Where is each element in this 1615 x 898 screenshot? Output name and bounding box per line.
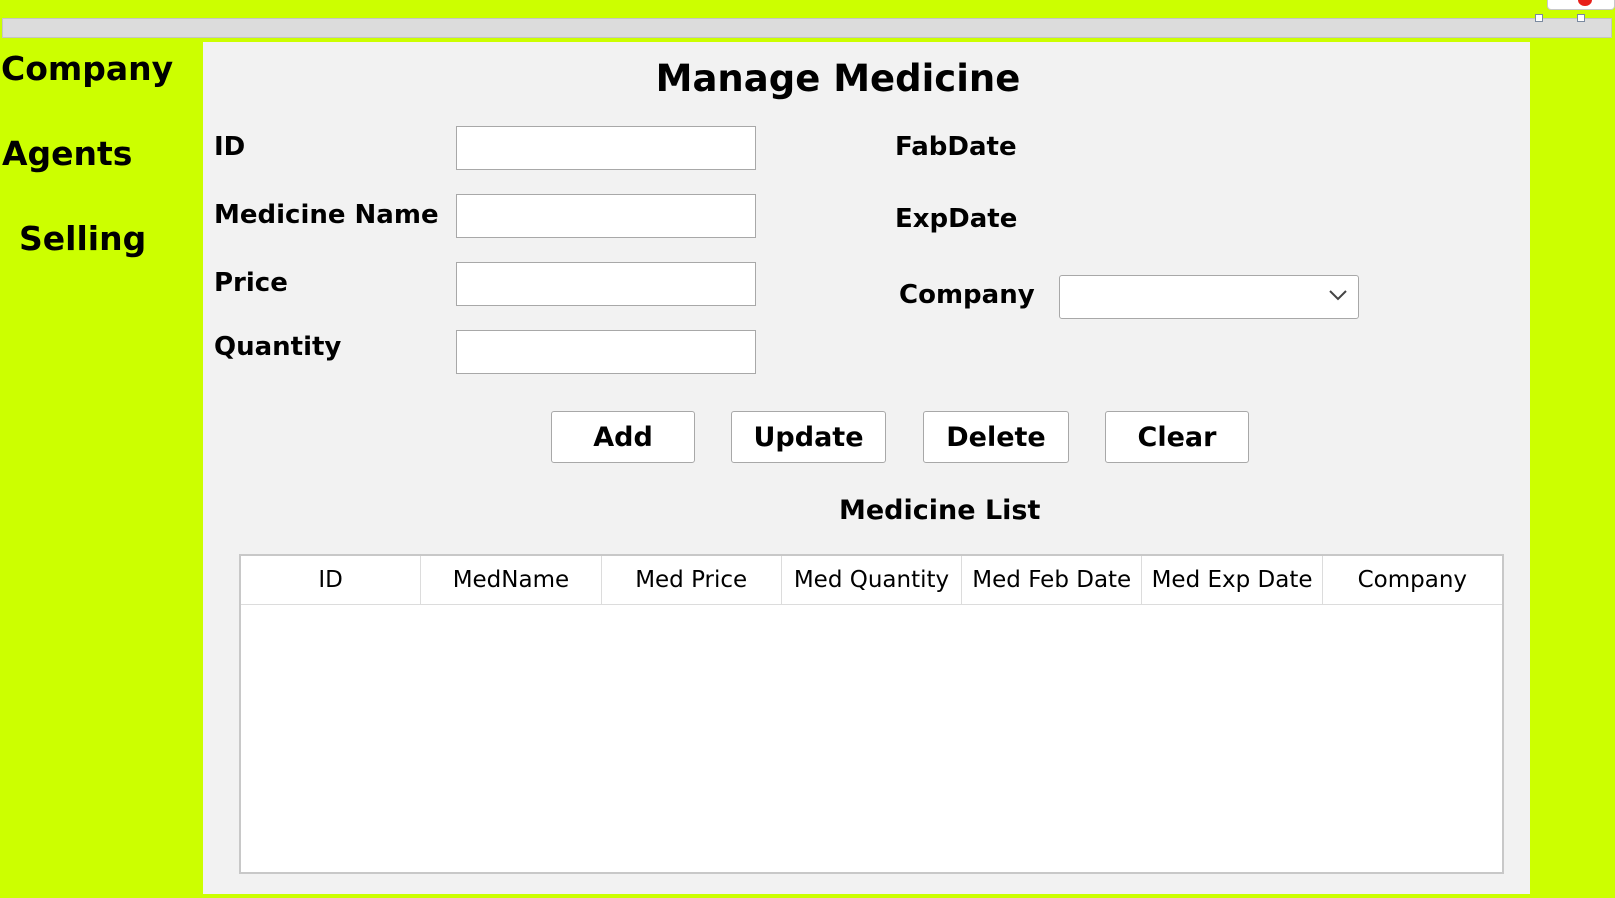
nav-selling[interactable]: Selling <box>19 222 146 255</box>
company-dropdown[interactable] <box>1059 275 1359 319</box>
window-thumbnail <box>1547 0 1615 10</box>
page-title: Manage Medicine <box>655 57 1021 100</box>
id-label: ID <box>214 132 246 162</box>
id-input[interactable] <box>456 126 756 170</box>
top-strip <box>2 18 1612 38</box>
column-header-medname[interactable]: MedName <box>421 556 602 604</box>
nav-agents[interactable]: Agents <box>2 137 132 170</box>
nav-company[interactable]: Company <box>1 52 173 85</box>
price-label: Price <box>214 268 288 298</box>
quantity-input[interactable] <box>456 330 756 374</box>
medicine-list-title: Medicine List <box>839 495 1041 526</box>
column-header-med-feb-date[interactable]: Med Feb Date <box>962 556 1143 604</box>
price-input[interactable] <box>456 262 756 306</box>
clear-button[interactable]: Clear <box>1105 411 1249 463</box>
column-header-med-quantity[interactable]: Med Quantity <box>782 556 963 604</box>
resize-handle-left[interactable] <box>1535 14 1543 22</box>
quantity-label: Quantity <box>214 332 342 362</box>
chevron-down-icon <box>1329 290 1347 301</box>
medicine-name-input[interactable] <box>456 194 756 238</box>
column-header-med-price[interactable]: Med Price <box>602 556 782 604</box>
resize-handle-right[interactable] <box>1577 14 1585 22</box>
add-button[interactable]: Add <box>551 411 695 463</box>
column-header-med-exp-date[interactable]: Med Exp Date <box>1142 556 1323 604</box>
column-header-company[interactable]: Company <box>1323 556 1502 604</box>
table-header: ID MedName Med Price Med Quantity Med Fe… <box>241 556 1502 605</box>
red-dot-icon <box>1578 0 1592 6</box>
expdate-label: ExpDate <box>895 204 1018 234</box>
manage-medicine-panel: Manage Medicine ID Medicine Name Price Q… <box>203 42 1530 894</box>
fabdate-label: FabDate <box>895 132 1017 162</box>
update-button[interactable]: Update <box>731 411 886 463</box>
medicine-table[interactable]: ID MedName Med Price Med Quantity Med Fe… <box>239 554 1504 874</box>
company-label: Company <box>899 280 1035 310</box>
medicine-name-label: Medicine Name <box>214 200 439 230</box>
column-header-id[interactable]: ID <box>241 556 422 604</box>
delete-button[interactable]: Delete <box>923 411 1069 463</box>
